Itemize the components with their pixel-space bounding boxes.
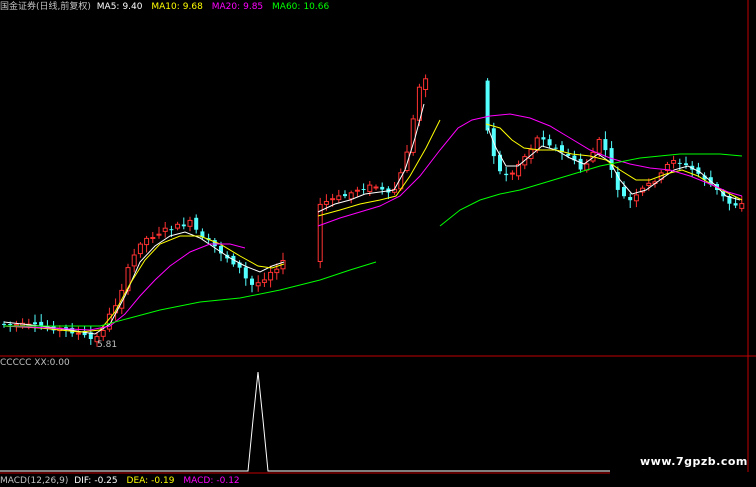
candle-down (547, 139, 552, 146)
ma60-value: 10.66 (303, 2, 330, 12)
candle-up (509, 172, 515, 175)
chart-header: 国金证券(日线,前复权) MA5: 9.40 MA10: 9.68 MA20: 9.8… (0, 0, 335, 14)
candle-down (504, 173, 509, 176)
ma5-label: MA5: 9.40 (97, 2, 146, 12)
candle-down (243, 267, 248, 279)
macd-dea-value: -0.19 (151, 476, 175, 486)
candle-down (169, 229, 174, 231)
indicator-xx-value: 0.00 (49, 358, 70, 368)
candle-up (323, 201, 329, 205)
candle-down (194, 217, 199, 230)
candlestick-series (2, 74, 745, 347)
candle-up (150, 237, 156, 239)
candle-up (131, 254, 137, 267)
candle-up (255, 282, 261, 287)
candle-up (317, 203, 323, 262)
candle-down (677, 162, 682, 164)
candle-up (175, 223, 181, 229)
ma20-line (3, 243, 246, 331)
candle-down (553, 147, 558, 149)
candle-up (330, 198, 336, 201)
candle-up (75, 332, 81, 335)
ma10-label-text: MA10: (151, 2, 180, 12)
candle-up (354, 189, 360, 192)
candle-down (615, 172, 620, 190)
candle-up (373, 186, 379, 189)
ma10-label: MA10: 9.68 (151, 2, 205, 12)
moving-average-lines (3, 103, 743, 335)
chart-title: 国金证券(日线,前复权) (0, 2, 91, 12)
kline-chart[interactable]: 5.81 (0, 0, 756, 487)
ma5-value: 9.40 (122, 2, 143, 12)
ma5-label-text: MA5: (96, 2, 120, 12)
macd-dif: DIF: -0.25 (74, 476, 120, 486)
indicator-xx-label: XX: (34, 358, 50, 368)
ma10-value: 9.68 (182, 2, 203, 12)
macd-dea-label: DEA: (126, 476, 149, 486)
macd-macd: MACD: -0.12 (183, 476, 242, 486)
candle-up (336, 195, 342, 201)
candle-up (100, 330, 106, 337)
candle-up (646, 182, 652, 187)
watermark: www.7gpzb.com (640, 455, 748, 468)
candle-up (367, 184, 373, 193)
ma20-value: 9.85 (243, 2, 264, 12)
candle-down (578, 158, 583, 170)
ma20-label: MA20: 9.85 (212, 2, 266, 12)
candle-up (423, 78, 429, 91)
candle-down (181, 224, 186, 227)
candle-up (596, 139, 602, 154)
low-marker: 5.81 (97, 340, 117, 350)
candle-down (343, 194, 347, 197)
ma60-line (4, 261, 377, 327)
candle-down (380, 186, 385, 190)
candle-up (137, 243, 143, 255)
candle-down (622, 187, 626, 197)
candle-down (2, 323, 6, 325)
macd-macd-label: MACD: (183, 476, 214, 486)
ma20-line (317, 113, 743, 227)
candle-up (268, 271, 274, 281)
candle-down (566, 153, 571, 156)
candle-down (628, 197, 633, 201)
macd-header: MACD(12,26,9) DIF: -0.25 DEA: -0.19 MACD: -… (0, 476, 246, 487)
ma60-label-text: MA60: (272, 2, 301, 12)
candle-up (671, 160, 677, 164)
candle-up (633, 194, 639, 202)
candle-down (684, 163, 688, 166)
macd-dif-value: -0.25 (94, 476, 118, 486)
ma60-line (439, 153, 743, 227)
ma10-line (3, 235, 285, 333)
ma60-label: MA60: 10.66 (272, 2, 332, 12)
candle-up (144, 237, 150, 246)
candle-down (733, 203, 738, 206)
macd-name: MACD(12,26,9) (0, 476, 69, 486)
candle-up (274, 268, 280, 274)
candle-up (162, 227, 168, 232)
candle-up (156, 233, 162, 236)
ma20-label-text: MA20: (211, 2, 241, 12)
candle-down (33, 322, 37, 325)
candle-down (485, 80, 490, 131)
indicator-xx-line (0, 371, 610, 472)
candle-up (13, 324, 19, 326)
candle-up (187, 219, 193, 227)
candle-up (261, 279, 267, 283)
indicator-name: CCCCC (0, 358, 32, 368)
macd-dif-label: DIF: (74, 476, 92, 486)
indicator-header: CCCCC XX:0.00 (0, 357, 70, 369)
macd-macd-value: -0.12 (216, 476, 240, 486)
candle-down (250, 278, 254, 285)
candle-down (8, 324, 13, 325)
candle-up (348, 192, 354, 200)
candle-down (603, 139, 608, 151)
candle-down (361, 189, 366, 190)
candle-down (541, 137, 546, 140)
ma10-line (317, 119, 441, 217)
candle-up (739, 203, 745, 209)
macd-dea: DEA: -0.19 (127, 476, 178, 486)
